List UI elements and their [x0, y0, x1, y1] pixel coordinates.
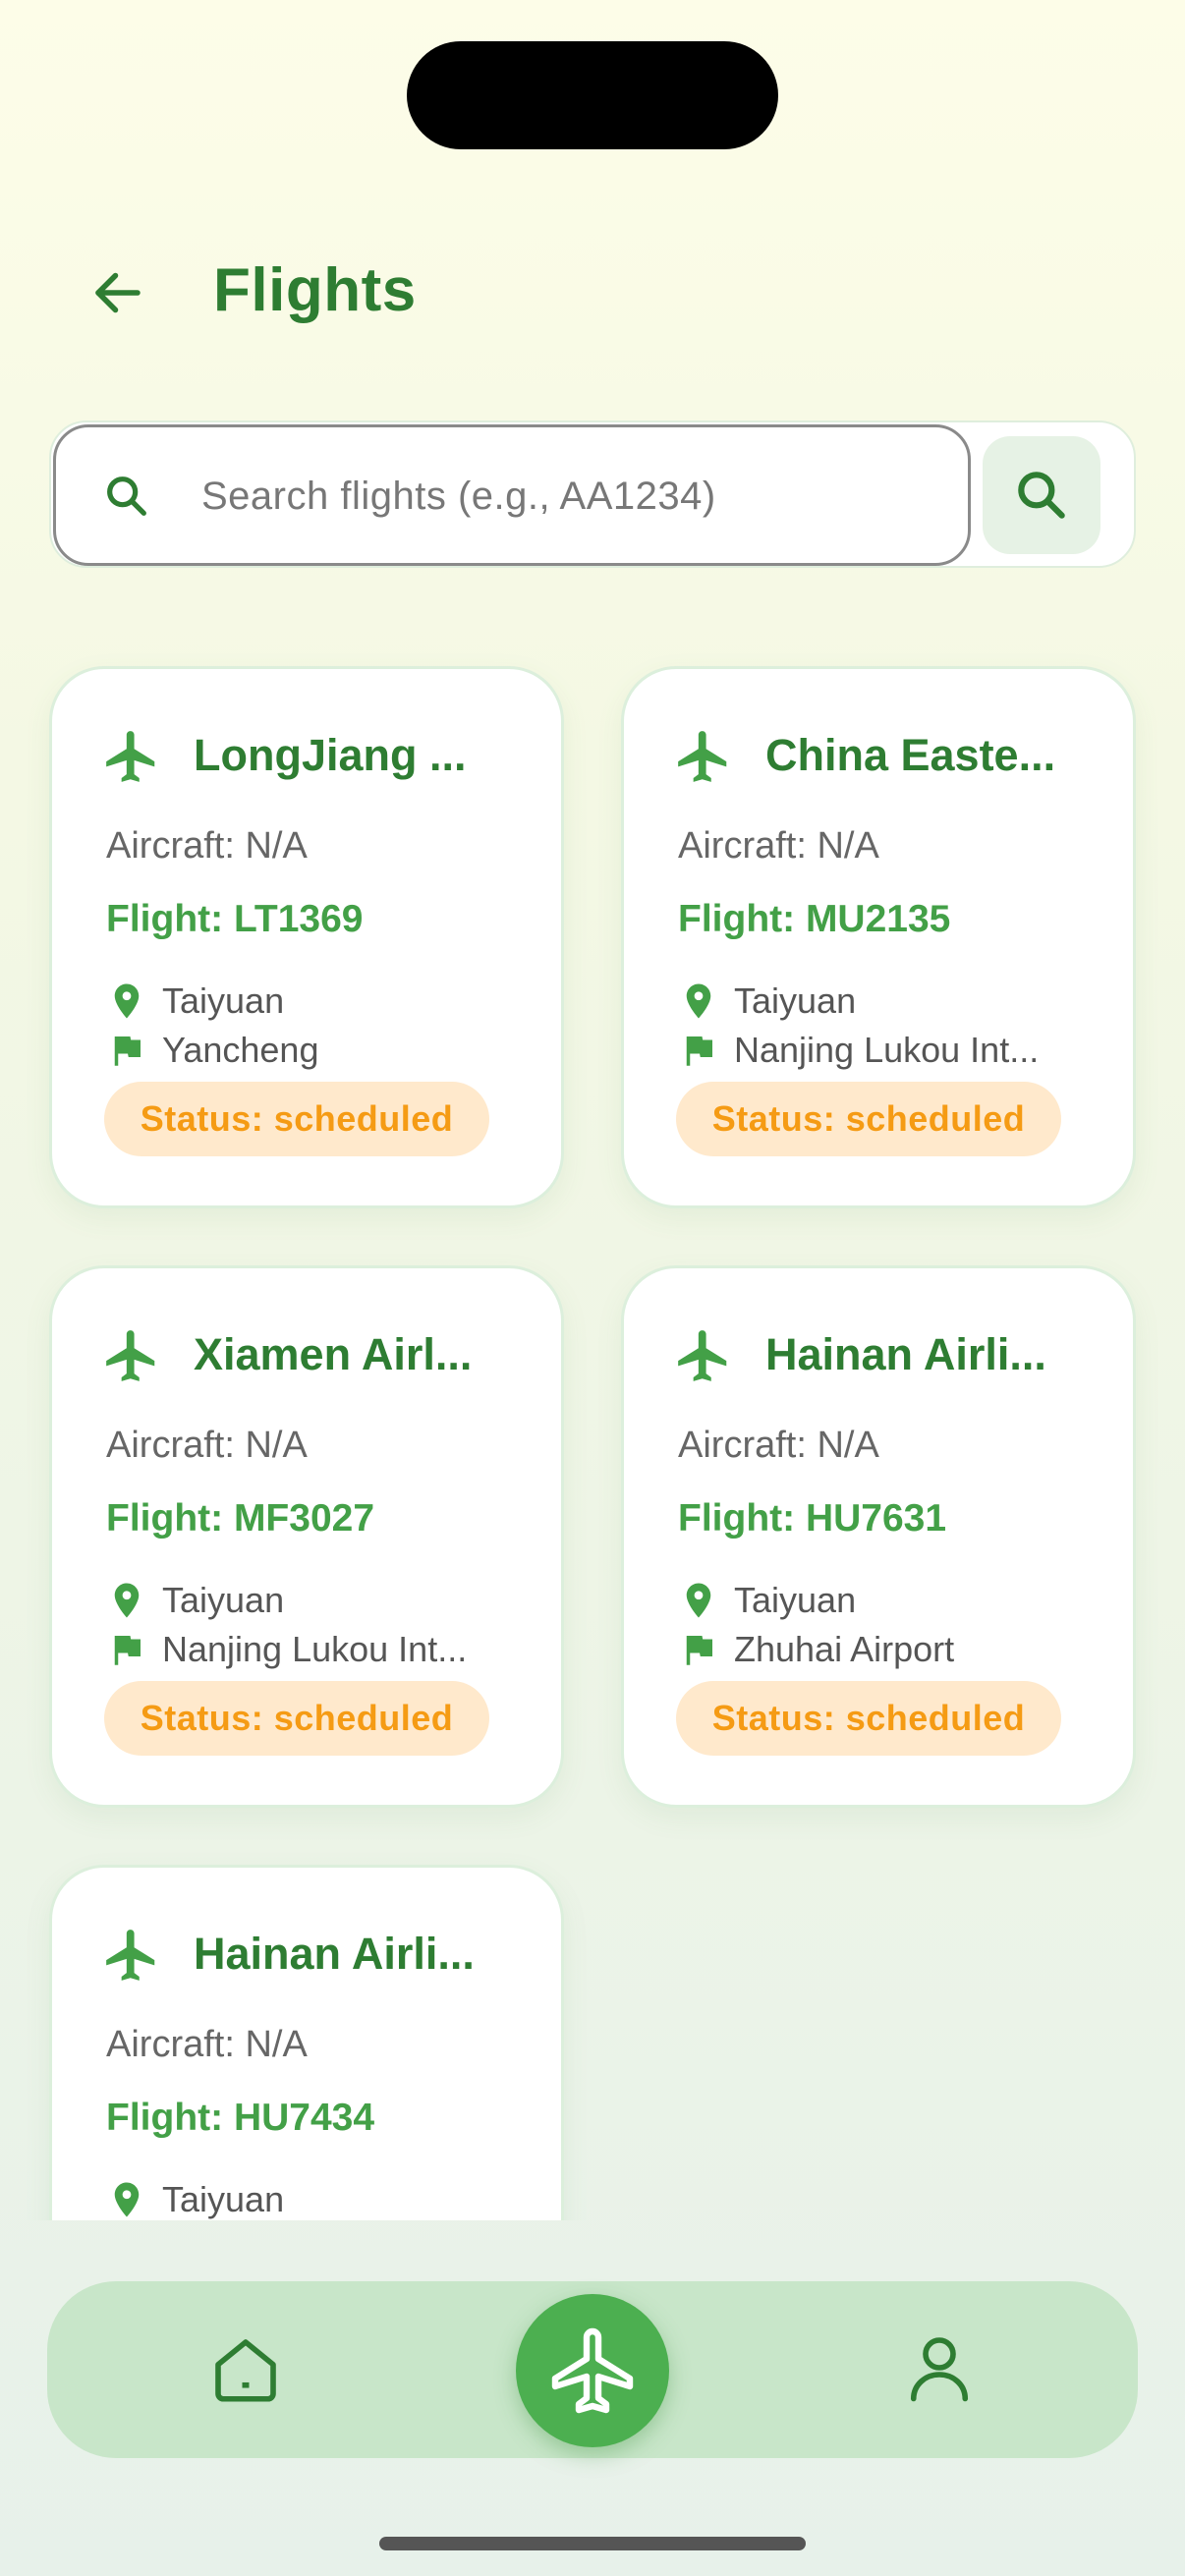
flight-card[interactable]: China Easte... Aircraft: N/A Flight: MU2… [621, 666, 1136, 1208]
aircraft-label: Aircraft: N/A [106, 2024, 308, 2065]
back-button[interactable] [79, 253, 157, 332]
search-bar [49, 420, 1136, 568]
location-pin-icon [686, 1583, 711, 1618]
search-icon [1018, 472, 1065, 519]
status-badge: Status: scheduled [104, 1681, 489, 1756]
flight-number: Flight: LT1369 [106, 898, 364, 940]
aircraft-label: Aircraft: N/A [106, 825, 308, 867]
home-indicator[interactable] [379, 2537, 806, 2550]
search-button[interactable] [983, 436, 1100, 554]
airplane-icon [551, 2327, 634, 2414]
origin-city: Taiyuan [162, 980, 285, 1021]
airplane-icon [678, 731, 727, 782]
flight-card[interactable]: Hainan Airli... Aircraft: N/A Flight: HU… [621, 1265, 1136, 1808]
nav-home-button[interactable] [204, 2328, 287, 2411]
destination-row: Nanjing Lukou Int... [678, 1027, 1091, 1074]
origin-city: Taiyuan [734, 980, 857, 1021]
status-badge: Status: scheduled [676, 1681, 1061, 1756]
flights-grid: LongJiang ... Aircraft: N/A Flight: LT13… [0, 648, 1185, 2220]
destination-row: Yancheng [106, 1027, 519, 1074]
origin-city: Taiyuan [162, 1580, 285, 1620]
page-title: Flights [213, 256, 417, 324]
destination-city: Nanjing Lukou Int... [734, 1030, 1040, 1070]
flag-icon [114, 1036, 141, 1066]
origin-row: Taiyuan [106, 1577, 519, 1624]
location-pin-icon [114, 1583, 140, 1618]
flight-number: Flight: HU7434 [106, 2097, 375, 2139]
flag-icon [686, 1636, 712, 1665]
airline-name: Xiamen Airl... [194, 1329, 473, 1379]
location-pin-icon [114, 983, 140, 1019]
location-pin-icon [114, 2182, 140, 2217]
app-header: Flights [0, 236, 1185, 344]
flight-card[interactable]: LongJiang ... Aircraft: N/A Flight: LT13… [49, 666, 564, 1208]
search-field[interactable] [53, 424, 971, 566]
airplane-icon [678, 1330, 727, 1381]
flight-number: Flight: MU2135 [678, 898, 951, 940]
nav-flights-button[interactable] [516, 2294, 669, 2447]
arrow-left-icon [95, 272, 141, 313]
status-badge: Status: scheduled [104, 1082, 489, 1156]
aircraft-label: Aircraft: N/A [106, 1425, 308, 1466]
flight-number: Flight: MF3027 [106, 1497, 375, 1540]
aircraft-label: Aircraft: N/A [678, 825, 879, 867]
search-input[interactable] [201, 457, 948, 535]
airplane-icon [106, 731, 155, 782]
airline-name: Hainan Airli... [194, 1929, 475, 1979]
origin-row: Taiyuan [678, 1577, 1091, 1624]
flight-number: Flight: HU7631 [678, 1497, 947, 1540]
person-icon [910, 2337, 969, 2402]
airline-name: China Easte... [765, 730, 1056, 780]
aircraft-label: Aircraft: N/A [678, 1425, 879, 1466]
destination-row: Nanjing Lukou Int... [106, 1626, 519, 1673]
flag-icon [686, 1036, 712, 1066]
flight-card[interactable]: Xiamen Airl... Aircraft: N/A Flight: MF3… [49, 1265, 564, 1808]
nav-profile-button[interactable] [898, 2326, 981, 2409]
dynamic-island [407, 41, 778, 149]
origin-city: Taiyuan [162, 2179, 285, 2219]
origin-row: Taiyuan [678, 978, 1091, 1025]
airline-name: LongJiang ... [194, 730, 467, 780]
destination-row: Zhuhai Airport [678, 1626, 1091, 1673]
origin-row: Taiyuan [106, 2176, 519, 2220]
origin-row: Taiyuan [106, 978, 519, 1025]
flight-card[interactable]: Hainan Airli... Aircraft: N/A Flight: HU… [49, 1865, 564, 2220]
bottom-nav-bar [47, 2281, 1138, 2458]
destination-city: Yancheng [162, 1030, 319, 1070]
airplane-icon [106, 1330, 155, 1381]
status-badge: Status: scheduled [676, 1082, 1061, 1156]
origin-city: Taiyuan [734, 1580, 857, 1620]
destination-city: Zhuhai Airport [734, 1629, 955, 1669]
location-pin-icon [686, 983, 711, 1019]
destination-city: Nanjing Lukou Int... [162, 1629, 468, 1669]
flag-icon [114, 1636, 141, 1665]
search-icon [107, 476, 146, 516]
airline-name: Hainan Airli... [765, 1329, 1046, 1379]
airplane-icon [106, 1930, 155, 1981]
home-icon [215, 2339, 276, 2402]
